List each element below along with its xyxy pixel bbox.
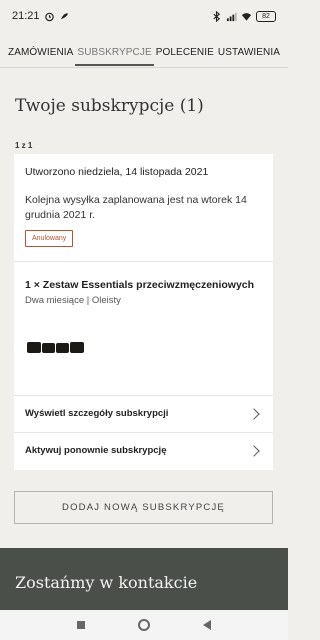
jar-image [42, 343, 55, 353]
recent-apps-icon[interactable] [76, 621, 85, 629]
next-shipment-text: Kolejna wysyłka zaplanowana jest na wtor… [25, 194, 247, 221]
tab-referral[interactable]: POLECENIE [154, 39, 216, 66]
tab-subscriptions[interactable]: SUBSKRYPCJE [75, 39, 154, 66]
pagination-count: 1 z 1 [15, 141, 33, 150]
status-bar: 21:21 82 [0, 0, 288, 32]
signal-icon [226, 12, 237, 21]
alarm-icon [44, 12, 54, 21]
view-subscription-details-link[interactable]: Wyświetl szczegóły subskrypcji [14, 395, 273, 432]
clock: 21:21 [12, 10, 40, 22]
home-icon[interactable] [137, 619, 150, 631]
product-image [27, 342, 84, 353]
subscription-card: Utworzono niedziela, 14 listopada 2021 K… [14, 154, 273, 470]
account-tabs: ZAMÓWIENIA SUBSKRYPCJE POLECENIE USTAWIE… [0, 38, 288, 68]
system-nav-bar [0, 610, 288, 640]
chevron-right-icon [248, 444, 260, 457]
jar-image [56, 343, 69, 353]
tab-settings[interactable]: USTAWIENIA [216, 39, 282, 66]
back-icon[interactable] [203, 620, 212, 630]
view-details-label: Wyświetl szczegóły subskrypcji [25, 408, 169, 419]
jar-image [70, 342, 84, 353]
wifi-icon [241, 12, 252, 21]
page-title: Twoje subskrypcje (1) [15, 96, 204, 116]
status-badge: Anulowany [25, 230, 74, 247]
divider [14, 261, 273, 262]
product-title: 1 × Zestaw Essentials przeciwzmęczeniowy… [25, 279, 255, 291]
tab-orders[interactable]: ZAMÓWIENIA [6, 39, 75, 66]
chevron-right-icon [248, 407, 260, 420]
jar-image [27, 342, 41, 353]
reactivate-subscription-link[interactable]: Aktywuj ponownie subskrypcję [14, 432, 273, 469]
footer-title: Zostańmy w kontakcie [15, 573, 198, 592]
product-details: Dwa miesiące | Oleisty [25, 295, 121, 306]
footer: Zostańmy w kontakcie [0, 548, 288, 610]
battery-icon: 82 [256, 10, 276, 22]
bluetooth-icon [213, 10, 221, 22]
notification-icon [60, 12, 68, 19]
reactivate-label: Aktywuj ponownie subskrypcję [25, 445, 167, 456]
created-date: Utworzono niedziela, 14 listopada 2021 [25, 166, 209, 178]
add-subscription-button[interactable]: DODAJ NOWĄ SUBSKRYPCJĘ [14, 491, 273, 524]
